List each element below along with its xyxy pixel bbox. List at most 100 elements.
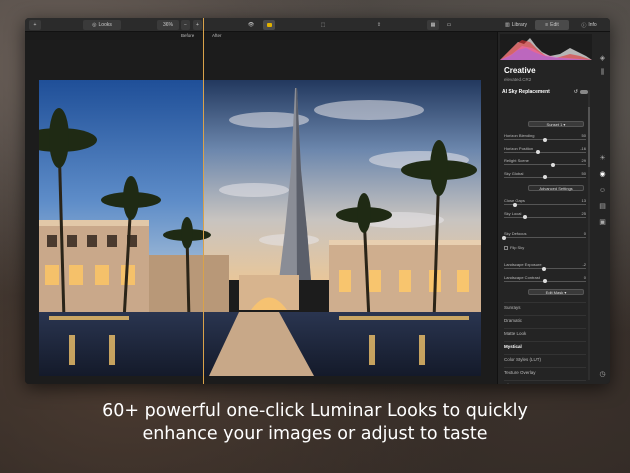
slider-landscape-contrast[interactable]: Landscape Contrast 0 — [504, 275, 586, 285]
crop-icon[interactable]: ⬚ — [317, 20, 329, 30]
slider-label: Landscape Exposure — [504, 262, 542, 267]
slider-value: 0 — [583, 274, 586, 280]
face-icon[interactable]: ☺ — [598, 186, 607, 195]
compare-split-handle[interactable] — [203, 18, 204, 384]
info-icon: ⓘ — [581, 22, 587, 29]
look-item-label: Matte Look — [504, 331, 527, 336]
slider-label: Sky Defocus — [504, 231, 527, 236]
photo-preview[interactable] — [39, 80, 481, 376]
flip-sky-checkbox[interactable] — [504, 245, 508, 250]
look-item-label: Texture Overlay — [504, 370, 536, 375]
add-button[interactable]: + — [29, 20, 41, 30]
slider-track[interactable] — [504, 237, 586, 238]
image-canvas[interactable] — [25, 40, 497, 384]
library-tab[interactable]: ▥ Library — [499, 20, 533, 30]
look-item-dramatic[interactable]: Dramatic — [504, 315, 586, 325]
layers-icon[interactable]: ◈ — [598, 54, 607, 63]
slider-label: Horizon Position — [504, 145, 534, 151]
panel-scrollbar-thumb[interactable] — [588, 107, 590, 167]
slider-close-gaps[interactable]: Close Gaps 13 — [504, 198, 586, 208]
advanced-settings-toggle[interactable]: Advanced Settings — [528, 185, 584, 191]
look-item-label: Dramatic — [504, 318, 523, 323]
reset-icon[interactable]: ↺ — [574, 89, 578, 95]
single-view-icon[interactable]: ▭ — [443, 20, 455, 30]
look-item-color-styles-lut-[interactable]: Color Styles (LUT) — [504, 354, 586, 364]
top-toolbar: + ◎ Looks 36% − + 👁 ⬚ ⇪ ▦ ▭ ▥ Library ≡ Ed… — [25, 18, 610, 32]
slider-track[interactable] — [504, 216, 586, 218]
info-tab[interactable]: ⓘ Info — [573, 20, 605, 30]
look-item-matte-look[interactable]: Matte Look — [504, 328, 586, 338]
look-item-label: Mystical — [504, 344, 522, 349]
zoom-out-button[interactable]: − — [181, 20, 190, 30]
look-item-label: Sunrays — [504, 305, 521, 310]
tool-header[interactable]: AI Sky Replacement ↺ — [502, 87, 588, 97]
slider-track[interactable] — [504, 164, 586, 165]
slider-knob[interactable] — [551, 162, 556, 167]
slider-label: Landscape Contrast — [504, 274, 540, 280]
slider-value: 25 — [581, 210, 586, 216]
slider-landscape-exposure[interactable]: Landscape Exposure -2 — [504, 262, 586, 272]
slider-value: 50 — [581, 133, 586, 138]
panel-title: Creative — [504, 66, 536, 75]
look-item-texture-overlay[interactable]: Texture Overlay — [504, 367, 586, 377]
look-item-label: Color Styles (LUT) — [504, 357, 542, 362]
slider-knob[interactable] — [512, 202, 517, 207]
palette-icon[interactable]: ◉ — [598, 170, 607, 179]
tool-toggle-icon[interactable] — [580, 90, 588, 94]
slider-knob[interactable] — [543, 279, 547, 283]
look-item-sunrays[interactable]: Sunrays — [504, 302, 586, 312]
edit-panel: Creative elevated.CR2 AI Sky Replacement… — [497, 32, 610, 384]
slider-value: 50 — [581, 170, 586, 176]
flip-sky-checkbox-row[interactable]: Flip Sky — [504, 245, 524, 250]
slider-knob[interactable] — [543, 175, 547, 179]
slider-value: 29 — [581, 158, 586, 163]
edit-tab[interactable]: ≡ Edit — [535, 20, 569, 30]
slider-value: 0 — [583, 231, 586, 236]
zoom-select[interactable]: 36% — [157, 20, 179, 30]
slider-sky-global[interactable]: Sky Global 50 — [504, 171, 586, 181]
looks-button[interactable]: ◎ Looks — [83, 20, 121, 30]
slider-relight-scene[interactable]: Relight Scene 29 — [504, 158, 586, 168]
compare-toggle-icon[interactable] — [263, 20, 275, 30]
promo-caption: 60+ powerful one-click Luminar Looks to … — [0, 400, 630, 446]
slider-sky-defocus[interactable]: Sky Defocus 0 — [502, 231, 586, 241]
history-icon[interactable]: ◷ — [598, 370, 607, 379]
slider-knob[interactable] — [522, 215, 527, 219]
library-icon: ▥ — [504, 22, 510, 28]
caption-line-1: 60+ powerful one-click Luminar Looks to … — [102, 401, 528, 421]
app-window: + ◎ Looks 36% − + 👁 ⬚ ⇪ ▦ ▭ ▥ Library ≡ Ed… — [25, 18, 610, 384]
zoom-in-button[interactable]: + — [193, 20, 202, 30]
sun-icon[interactable]: ☀ — [598, 154, 607, 163]
side-icon-bar: ◈ ⫼ ☀ ◉ ☺ ▤ ▣ ◷ — [594, 32, 610, 384]
slider-value: 13 — [581, 198, 586, 203]
tool-name: AI Sky Replacement — [502, 89, 550, 95]
slider-horizon-position[interactable]: Horizon Position -16 — [504, 146, 586, 156]
slider-value: -2 — [582, 262, 586, 267]
eye-icon[interactable]: 👁 — [245, 20, 257, 30]
slider-knob[interactable] — [542, 266, 547, 271]
slider-knob[interactable] — [543, 137, 547, 142]
slider-knob[interactable] — [536, 150, 541, 154]
slider-label: Horizon Blending — [504, 133, 535, 138]
sliders-icon[interactable]: ⫼ — [598, 68, 607, 77]
look-item-glow[interactable]: Glow — [504, 380, 586, 384]
slider-knob[interactable] — [502, 235, 506, 240]
edit-icon: ≡ — [545, 22, 549, 28]
slider-horizon-blending[interactable]: Horizon Blending 50 — [504, 133, 586, 143]
edit-mask-dropdown[interactable]: Edit Mask ▾ — [528, 289, 584, 295]
slider-track[interactable] — [504, 151, 586, 153]
slider-label: Sky Local — [504, 210, 522, 216]
grid-view-icon[interactable]: ▦ — [427, 20, 439, 30]
briefcase-icon[interactable]: ▤ — [598, 202, 607, 211]
look-item-label: Glow — [504, 383, 514, 384]
slider-label: Sky Global — [504, 170, 524, 176]
caption-line-2: enhance your images or adjust to taste — [142, 424, 488, 444]
file-name: elevated.CR2 — [504, 77, 532, 82]
folder-icon[interactable]: ▣ — [598, 218, 607, 227]
after-label: After — [212, 33, 222, 38]
look-item-mystical[interactable]: Mystical — [504, 341, 586, 351]
slider-value: -16 — [580, 145, 586, 151]
slider-sky-local[interactable]: Sky Local 25 — [504, 211, 586, 221]
sky-selection-dropdown[interactable]: Sunset 1 ▾ — [528, 121, 584, 127]
share-icon[interactable]: ⇪ — [373, 20, 385, 30]
